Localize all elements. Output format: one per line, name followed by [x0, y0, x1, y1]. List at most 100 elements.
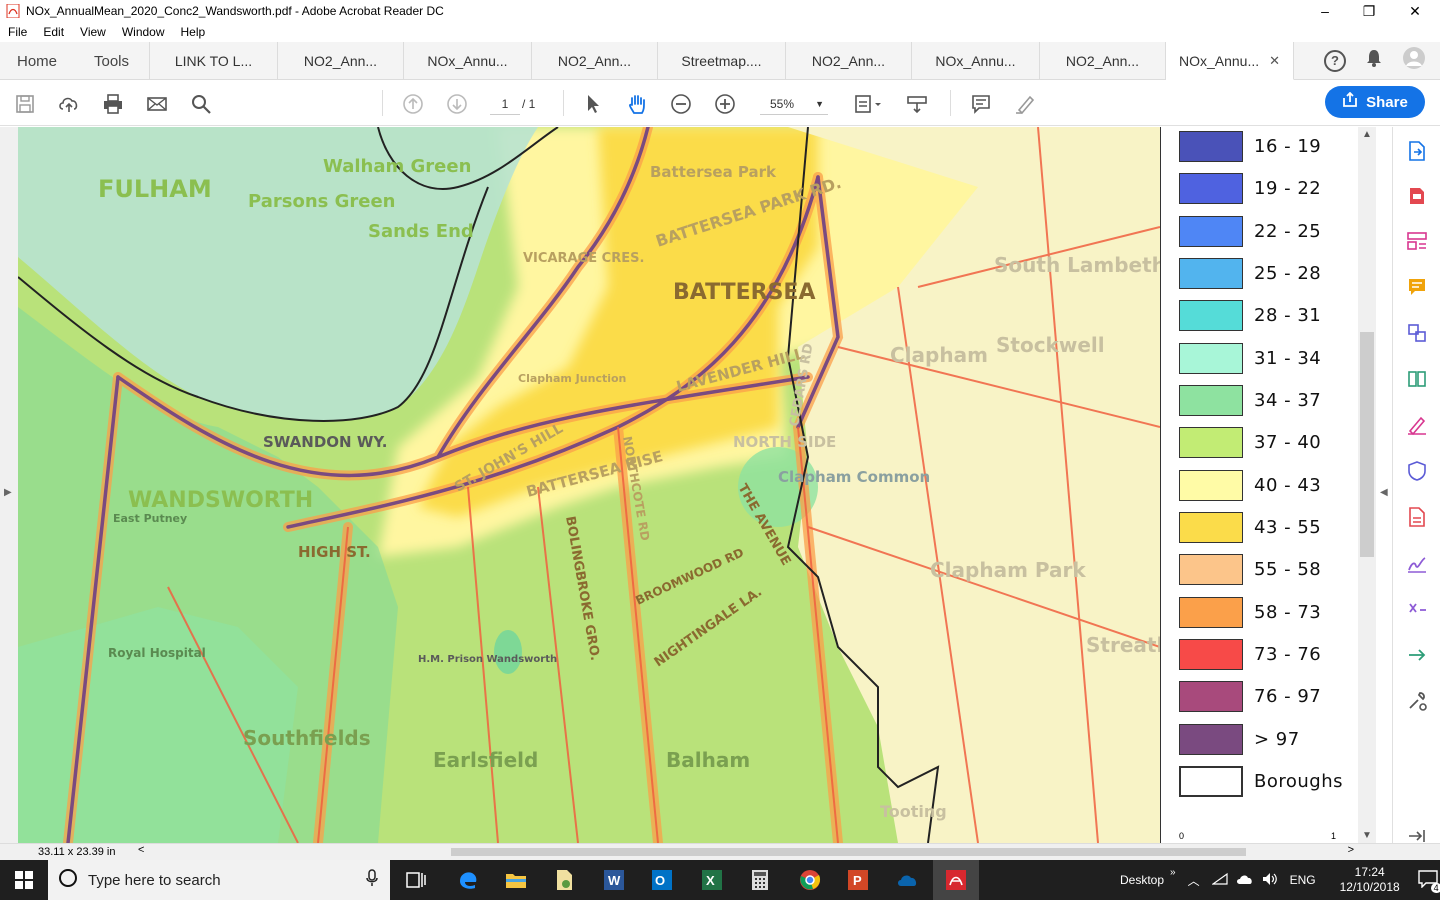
doc-tab[interactable]: NO2_Ann...: [278, 42, 404, 80]
right-pane-toggle[interactable]: ◀: [1376, 127, 1392, 843]
highlight-pen-icon[interactable]: [1012, 91, 1038, 117]
menu-bar: File Edit View Window Help: [0, 22, 1440, 42]
edit-pdf-icon[interactable]: [1405, 229, 1429, 253]
notification-center-icon[interactable]: 4: [1417, 869, 1440, 893]
zoom-in-icon[interactable]: [712, 91, 738, 117]
hand-tool-icon[interactable]: [624, 91, 650, 117]
export-pdf-icon[interactable]: [1405, 139, 1429, 163]
page-number-input[interactable]: 1: [490, 93, 520, 115]
minimize-button[interactable]: –: [1302, 0, 1348, 22]
legend-swatch: [1179, 299, 1243, 331]
scroll-left-icon[interactable]: <: [138, 844, 144, 856]
acrobat-taskbar-icon[interactable]: [933, 860, 979, 900]
menu-view[interactable]: View: [72, 25, 114, 39]
microphone-icon[interactable]: [366, 869, 378, 891]
scroll-up-icon[interactable]: ▲: [1362, 129, 1372, 140]
legend-entry: 28 - 31: [1179, 299, 1321, 331]
windows-start-icon[interactable]: [10, 866, 38, 894]
doc-tab[interactable]: LINK TO L...: [150, 42, 278, 80]
file-explorer-icon[interactable]: [502, 866, 530, 894]
save-icon[interactable]: [12, 91, 38, 117]
menu-file[interactable]: File: [0, 25, 35, 39]
powerpoint-icon[interactable]: P: [844, 866, 872, 894]
horizontal-scrollbar[interactable]: < >: [136, 844, 1358, 859]
legend-swatch: [1179, 553, 1243, 585]
tab-home[interactable]: Home: [0, 42, 74, 80]
zoom-out-icon[interactable]: [668, 91, 694, 117]
protect-shield-icon[interactable]: [1405, 459, 1429, 483]
chrome-icon[interactable]: [796, 866, 824, 894]
word-icon[interactable]: W: [600, 866, 628, 894]
scroll-right-icon[interactable]: >: [1348, 844, 1354, 856]
create-pdf-icon[interactable]: [1405, 183, 1429, 207]
map-label: H.M. Prison Wandsworth: [418, 654, 557, 665]
send-for-review-icon[interactable]: [1405, 505, 1429, 529]
select-cursor-icon[interactable]: [580, 91, 606, 117]
zoom-level-value: 55%: [770, 97, 795, 111]
send-for-signature-icon[interactable]: [1405, 551, 1429, 575]
email-icon[interactable]: [144, 91, 170, 117]
scroll-thumb[interactable]: [1360, 332, 1374, 557]
doc-tab[interactable]: NO2_Ann...: [786, 42, 912, 80]
h-scroll-thumb[interactable]: [451, 848, 1246, 856]
close-window-button[interactable]: ✕: [1392, 0, 1438, 22]
taskbar-search-box[interactable]: Type here to search: [48, 860, 390, 900]
more-tools-arrow-icon[interactable]: [1405, 643, 1429, 667]
maximize-button[interactable]: ❐: [1346, 0, 1392, 22]
upload-cloud-icon[interactable]: [56, 91, 82, 117]
doc-tab[interactable]: Streetmap....: [658, 42, 786, 80]
combine-files-icon[interactable]: [1405, 321, 1429, 345]
doc-tab[interactable]: NOx_Annu...: [912, 42, 1040, 80]
doc-tab[interactable]: NO2_Ann...: [1040, 42, 1166, 80]
document-viewport[interactable]: ▶ FULHAM Parsons Green Walham Green Sand…: [0, 127, 1392, 843]
menu-help[interactable]: Help: [173, 25, 214, 39]
onedrive-icon[interactable]: [894, 866, 922, 894]
help-icon[interactable]: ?: [1324, 49, 1346, 72]
search-icon[interactable]: [188, 91, 214, 117]
document-viewer-icon[interactable]: [550, 866, 578, 894]
desktop-toolbar-label[interactable]: Desktop: [1120, 873, 1164, 887]
tab-tools[interactable]: Tools: [74, 42, 150, 80]
previous-page-icon[interactable]: [400, 91, 426, 117]
vertical-scrollbar[interactable]: ▲ ▼: [1358, 127, 1376, 843]
legend-swatch: [1179, 596, 1243, 628]
calculator-icon[interactable]: [746, 866, 774, 894]
zoom-level-select[interactable]: 55% ▼: [760, 93, 828, 115]
cloud-icon[interactable]: [1236, 873, 1254, 888]
edge-browser-icon[interactable]: [454, 866, 482, 894]
certificates-icon[interactable]: [1405, 597, 1429, 621]
doc-tab-active[interactable]: NOx_Annu... ✕: [1166, 42, 1294, 80]
map-label: Balham: [666, 748, 750, 772]
left-pane-toggle[interactable]: ▶: [0, 127, 18, 843]
menu-window[interactable]: Window: [114, 25, 173, 39]
language-indicator[interactable]: ENG: [1290, 873, 1316, 887]
doc-tab[interactable]: NOx_Annu...: [404, 42, 532, 80]
fit-page-icon[interactable]: [850, 91, 886, 117]
menu-edit[interactable]: Edit: [35, 25, 72, 39]
account-avatar-icon[interactable]: [1402, 46, 1426, 75]
comment-icon[interactable]: [968, 91, 994, 117]
show-hidden-icons-icon[interactable]: ︿: [1188, 872, 1200, 889]
double-chevron-icon[interactable]: »: [1170, 867, 1176, 878]
network-icon[interactable]: [1210, 872, 1228, 889]
print-icon[interactable]: [100, 91, 126, 117]
legend-entry: 40 - 43: [1179, 469, 1321, 501]
scroll-mode-icon[interactable]: [904, 91, 930, 117]
comment-tool-icon[interactable]: [1405, 275, 1429, 299]
close-tab-icon[interactable]: ✕: [1269, 53, 1280, 69]
scroll-down-icon[interactable]: ▼: [1362, 830, 1372, 841]
legend-swatch: [1179, 342, 1243, 374]
doc-tab[interactable]: NO2_Ann...: [532, 42, 658, 80]
outlook-icon[interactable]: O: [648, 866, 676, 894]
tools-settings-icon[interactable]: [1405, 689, 1429, 713]
excel-icon[interactable]: X: [698, 866, 726, 894]
next-page-icon[interactable]: [444, 91, 470, 117]
volume-icon[interactable]: [1262, 872, 1278, 889]
task-view-icon[interactable]: [402, 866, 430, 894]
fill-sign-icon[interactable]: [1405, 413, 1429, 437]
bell-icon[interactable]: [1364, 48, 1384, 73]
clock[interactable]: 17:24 12/10/2018: [1340, 865, 1400, 895]
toolbar-separator: [950, 90, 951, 116]
organize-pages-icon[interactable]: [1405, 367, 1429, 391]
share-button[interactable]: Share: [1325, 86, 1425, 118]
